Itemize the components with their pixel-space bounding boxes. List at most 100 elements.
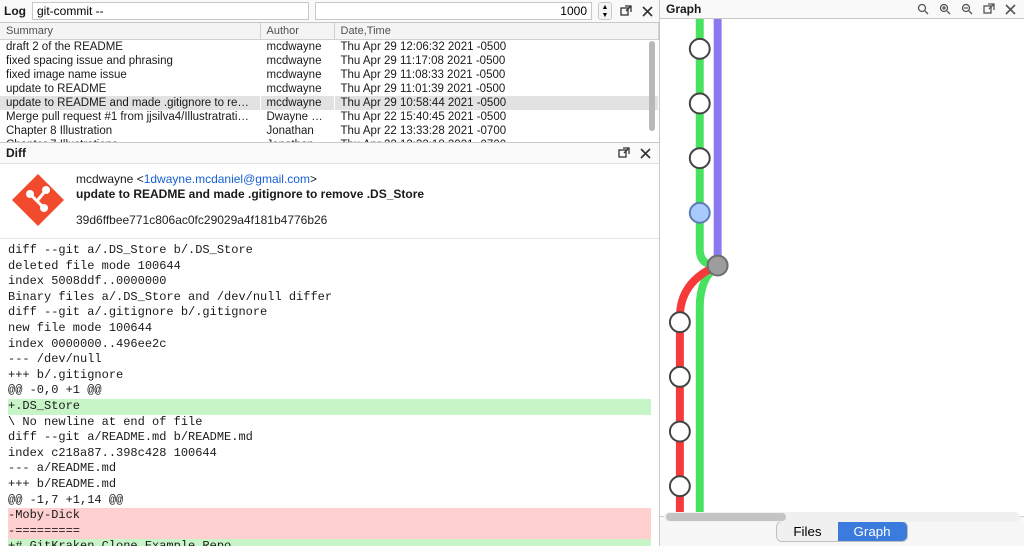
- col-summary[interactable]: Summary: [0, 23, 260, 40]
- cell-date: Thu Apr 22 13:33:28 2021 -0700: [334, 124, 659, 138]
- cell-author: mcdwayne: [260, 68, 334, 82]
- cell-summary: update to README: [0, 82, 260, 96]
- commit-scroll-thumb[interactable]: [649, 41, 655, 131]
- table-row[interactable]: Merge pull request #1 from jjsilva4/Illu…: [0, 110, 659, 124]
- cell-summary: Merge pull request #1 from jjsilva4/Illu…: [0, 110, 260, 124]
- commit-author-email[interactable]: 1dwayne.mcdaniel@gmail.com: [144, 172, 310, 186]
- diff-line: index 5008ddf..0000000: [8, 274, 651, 290]
- cell-date: Thu Apr 29 11:17:08 2021 -0500: [334, 54, 659, 68]
- col-author[interactable]: Author: [260, 23, 334, 40]
- commit-meta: cola mcdwayne <1dwayne.mcdaniel@gmail.co…: [0, 164, 659, 239]
- graph-node[interactable]: [708, 256, 728, 276]
- log-header: Log ▲ ▼: [0, 0, 659, 23]
- diff-line: index c218a87..398c428 100644: [8, 446, 651, 462]
- commit-meta-lines: mcdwayne <1dwayne.mcdaniel@gmail.com> up…: [76, 172, 424, 228]
- cell-summary: draft 2 of the README: [0, 40, 260, 55]
- cell-author: mcdwayne: [260, 96, 334, 110]
- graph-hscrollbar[interactable]: [664, 512, 1020, 522]
- table-row[interactable]: Chapter 7 IllustrationsJonathanThu Apr 2…: [0, 138, 659, 143]
- graph-node[interactable]: [690, 148, 710, 168]
- diff-label: Diff: [6, 146, 26, 160]
- diff-line: index 0000000..496ee2c: [8, 337, 651, 353]
- cell-date: Thu Apr 22 15:40:45 2021 -0500: [334, 110, 659, 124]
- cell-date: Thu Apr 22 13:32:18 2021 -0700: [334, 138, 659, 143]
- graph-hscroll-thumb[interactable]: [666, 513, 786, 521]
- log-label: Log: [4, 4, 26, 18]
- graph-node[interactable]: [670, 476, 690, 496]
- cell-date: Thu Apr 29 11:08:33 2021 -0500: [334, 68, 659, 82]
- close-icon[interactable]: [1003, 4, 1018, 15]
- table-row[interactable]: update to READMEmcdwayneThu Apr 29 11:01…: [0, 82, 659, 96]
- popout-icon[interactable]: [618, 5, 634, 17]
- commit-author-name: mcdwayne: [76, 172, 133, 186]
- stepper-up-icon[interactable]: ▲: [599, 3, 611, 11]
- diff-line: @@ -1,7 +1,14 @@: [8, 493, 651, 509]
- diff-line: --- /dev/null: [8, 352, 651, 368]
- tab-files[interactable]: Files: [777, 522, 837, 541]
- diff-body[interactable]: diff --git a/.DS_Store b/.DS_Storedelete…: [0, 239, 659, 546]
- graph-node[interactable]: [690, 203, 710, 223]
- log-limit-stepper[interactable]: ▲ ▼: [598, 2, 612, 20]
- graph-header: Graph: [660, 0, 1024, 19]
- cell-summary: update to README and made .gitignore to …: [0, 96, 260, 110]
- diff-line: new file mode 100644: [8, 321, 651, 337]
- diff-line: --- a/README.md: [8, 461, 651, 477]
- diff-line: deleted file mode 100644: [8, 259, 651, 275]
- diff-line: \ No newline at end of file: [8, 415, 651, 431]
- graph-node[interactable]: [670, 422, 690, 442]
- commit-author: mcdwayne <1dwayne.mcdaniel@gmail.com>: [76, 172, 424, 186]
- diff-line: -=========: [8, 524, 651, 540]
- cell-author: mcdwayne: [260, 40, 334, 55]
- diff-line: diff --git a/.gitignore b/.gitignore: [8, 305, 651, 321]
- diff-line: +# GitKraken Clone Example Repo: [8, 539, 651, 546]
- diff-line: +.DS_Store: [8, 399, 651, 415]
- commit-scrollbar[interactable]: [649, 41, 657, 140]
- table-row[interactable]: draft 2 of the READMEmcdwayneThu Apr 29 …: [0, 40, 659, 55]
- graph-node[interactable]: [690, 39, 710, 59]
- commit-table[interactable]: Summary Author Date,Time draft 2 of the …: [0, 23, 659, 143]
- close-icon[interactable]: [640, 6, 655, 17]
- cell-author: mcdwayne: [260, 54, 334, 68]
- cell-date: Thu Apr 29 12:06:32 2021 -0500: [334, 40, 659, 55]
- cell-summary: Chapter 8 Illustration: [0, 124, 260, 138]
- col-date[interactable]: Date,Time: [334, 23, 659, 40]
- graph-canvas[interactable]: [660, 19, 1024, 516]
- table-row[interactable]: Chapter 8 IllustrationJonathanThu Apr 22…: [0, 124, 659, 138]
- table-row[interactable]: fixed image name issuemcdwayneThu Apr 29…: [0, 68, 659, 82]
- diff-line: @@ -0,0 +1 @@: [8, 383, 651, 399]
- diff-line: +++ b/.gitignore: [8, 368, 651, 384]
- table-row[interactable]: update to README and made .gitignore to …: [0, 96, 659, 110]
- cell-date: Thu Apr 29 11:01:39 2021 -0500: [334, 82, 659, 96]
- popout-icon[interactable]: [981, 3, 997, 15]
- commit-table-wrap: Summary Author Date,Time draft 2 of the …: [0, 23, 659, 143]
- commit-sha: 39d6ffbee771c806ac0fc29029a4f181b4776b26: [76, 213, 424, 227]
- cell-author: Dwayne Mc…: [260, 110, 334, 124]
- graph-label: Graph: [666, 2, 701, 16]
- cell-author: Jonathan: [260, 138, 334, 143]
- diff-line: diff --git a/README.md b/README.md: [8, 430, 651, 446]
- zoom-in-icon[interactable]: [937, 3, 953, 15]
- graph-node[interactable]: [670, 312, 690, 332]
- graph-node[interactable]: [690, 94, 710, 114]
- cell-summary: fixed image name issue: [0, 68, 260, 82]
- table-row[interactable]: fixed spacing issue and phrasingmcdwayne…: [0, 54, 659, 68]
- diff-line: +++ b/README.md: [8, 477, 651, 493]
- diff-line: -Moby-Dick: [8, 508, 651, 524]
- log-limit-input[interactable]: [315, 2, 592, 20]
- log-search-input[interactable]: [32, 2, 309, 20]
- cell-summary: Chapter 7 Illustrations: [0, 138, 260, 143]
- stepper-down-icon[interactable]: ▼: [599, 11, 611, 19]
- diff-line: diff --git a/.DS_Store b/.DS_Store: [8, 243, 651, 259]
- cell-summary: fixed spacing issue and phrasing: [0, 54, 260, 68]
- diff-header: Diff: [0, 143, 659, 164]
- cell-author: mcdwayne: [260, 82, 334, 96]
- zoom-fit-icon[interactable]: [915, 3, 931, 15]
- diff-line: Binary files a/.DS_Store and /dev/null d…: [8, 290, 651, 306]
- zoom-out-icon[interactable]: [959, 3, 975, 15]
- popout-icon[interactable]: [616, 147, 632, 159]
- view-toggle[interactable]: Files Graph: [776, 521, 907, 542]
- git-cola-icon: cola: [10, 172, 66, 228]
- graph-node[interactable]: [670, 367, 690, 387]
- close-icon[interactable]: [638, 148, 653, 159]
- tab-graph[interactable]: Graph: [838, 522, 907, 541]
